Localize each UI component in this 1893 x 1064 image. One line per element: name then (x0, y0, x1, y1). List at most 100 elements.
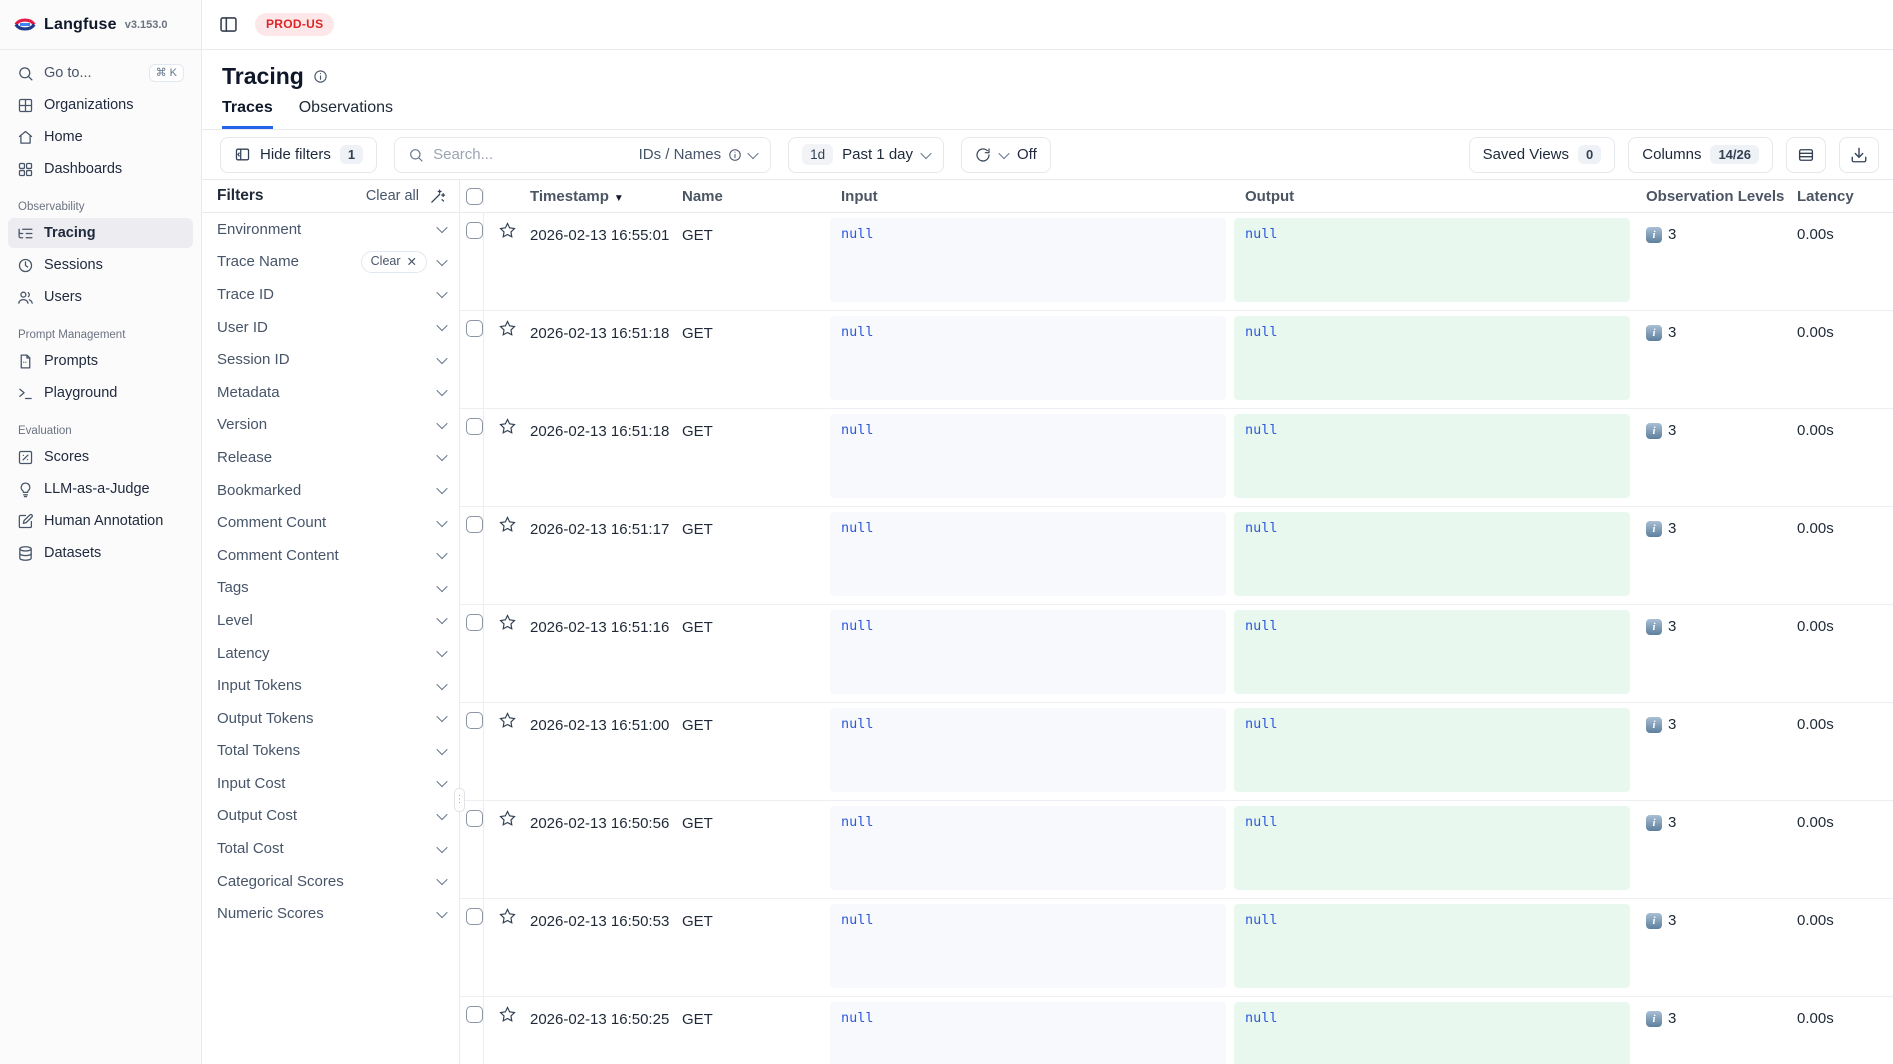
filter-item-input-tokens[interactable]: Input Tokens (202, 669, 459, 702)
panel-left-toggle-icon[interactable] (218, 14, 239, 35)
output-cell[interactable]: null (1234, 610, 1630, 694)
input-cell[interactable]: null (830, 610, 1226, 694)
column-header-name[interactable]: Name (682, 188, 830, 205)
row-checkbox[interactable] (466, 712, 483, 729)
filter-item-trace-name[interactable]: Trace Name Clear✕ (202, 246, 459, 279)
output-cell[interactable]: null (1234, 316, 1630, 400)
filter-item-session-id[interactable]: Session ID (202, 343, 459, 376)
row-checkbox[interactable] (466, 418, 483, 435)
filter-item-release[interactable]: Release (202, 441, 459, 474)
hide-filters-button[interactable]: Hide filters 1 (220, 137, 377, 173)
filter-item-bookmarked[interactable]: Bookmarked (202, 474, 459, 507)
bookmark-star-icon[interactable] (498, 907, 517, 926)
row-checkbox[interactable] (466, 1006, 483, 1023)
input-cell[interactable]: null (830, 904, 1226, 988)
sidebar-item-organizations[interactable]: Organizations (8, 90, 193, 120)
bookmark-star-icon[interactable] (498, 1005, 517, 1024)
filter-item-output-cost[interactable]: Output Cost (202, 800, 459, 833)
clear-all-filters-link[interactable]: Clear all (366, 188, 419, 204)
sidebar-item-prompts[interactable]: Prompts (8, 346, 193, 376)
output-cell[interactable]: null (1234, 708, 1630, 792)
panel-resize-handle[interactable]: ⋮ (454, 788, 465, 812)
sidebar-item-playground[interactable]: Playground (8, 378, 193, 408)
search-scope-dropdown[interactable]: IDs / Names (639, 146, 758, 163)
sidebar-item-tracing[interactable]: Tracing (8, 218, 193, 248)
info-icon[interactable] (313, 69, 328, 84)
filter-item-level[interactable]: Level (202, 604, 459, 637)
bookmark-star-icon[interactable] (498, 809, 517, 828)
bookmark-star-icon[interactable] (498, 319, 517, 338)
sidebar-goto-search[interactable]: Go to... ⌘ K (8, 58, 193, 88)
bookmark-star-icon[interactable] (498, 417, 517, 436)
input-cell[interactable]: null (830, 218, 1226, 302)
environment-badge[interactable]: PROD-US (255, 13, 334, 36)
columns-button[interactable]: Columns 14/26 (1628, 137, 1773, 173)
column-header-output[interactable]: Output (1234, 188, 1638, 205)
row-checkbox[interactable] (466, 908, 483, 925)
filter-item-total-cost[interactable]: Total Cost (202, 832, 459, 865)
input-cell[interactable]: null (830, 512, 1226, 596)
filter-item-trace-id[interactable]: Trace ID (202, 278, 459, 311)
column-header-timestamp[interactable]: Timestamp▼ (530, 188, 682, 205)
bookmark-star-icon[interactable] (498, 221, 517, 240)
row-checkbox[interactable] (466, 810, 483, 827)
input-cell[interactable]: null (830, 708, 1226, 792)
tab-observations[interactable]: Observations (299, 99, 393, 129)
filter-item-metadata[interactable]: Metadata (202, 376, 459, 409)
row-checkbox[interactable] (466, 222, 483, 239)
filter-item-input-cost[interactable]: Input Cost (202, 767, 459, 800)
tab-traces[interactable]: Traces (222, 99, 273, 129)
clear-filter-pill[interactable]: Clear✕ (361, 251, 427, 273)
column-header-observation-levels[interactable]: Observation Levels (1638, 188, 1788, 205)
refresh-control[interactable]: Off (961, 137, 1051, 173)
time-range-dropdown[interactable]: 1d Past 1 day (788, 137, 944, 173)
sidebar-item-human-annotation[interactable]: Human Annotation (8, 506, 193, 536)
filter-item-categorical-scores[interactable]: Categorical Scores (202, 865, 459, 898)
column-header-latency[interactable]: Latency (1788, 188, 1888, 205)
sidebar-item-llm-as-a-judge[interactable]: LLM-as-a-Judge (8, 474, 193, 504)
row-checkbox[interactable] (466, 320, 483, 337)
column-header-input[interactable]: Input (830, 188, 1234, 205)
table-row[interactable]: 2026-02-13 16:51:17 GET null null i3 0.0… (460, 507, 1893, 605)
sidebar-item-dashboards[interactable]: Dashboards (8, 154, 193, 184)
output-cell[interactable]: null (1234, 904, 1630, 988)
output-cell[interactable]: null (1234, 218, 1630, 302)
input-cell[interactable]: null (830, 414, 1226, 498)
table-row[interactable]: 2026-02-13 16:50:25 GET null null i3 0.0… (460, 997, 1893, 1064)
filter-item-numeric-scores[interactable]: Numeric Scores (202, 897, 459, 930)
filter-item-environment[interactable]: Environment (202, 213, 459, 246)
table-row[interactable]: 2026-02-13 16:50:53 GET null null i3 0.0… (460, 899, 1893, 997)
refresh-icon[interactable] (975, 147, 991, 163)
output-cell[interactable]: null (1234, 1002, 1630, 1064)
input-cell[interactable]: null (830, 1002, 1226, 1064)
filter-item-latency[interactable]: Latency (202, 637, 459, 670)
table-row[interactable]: 2026-02-13 16:51:18 GET null null i3 0.0… (460, 311, 1893, 409)
table-row[interactable]: 2026-02-13 16:50:56 GET null null i3 0.0… (460, 801, 1893, 899)
row-checkbox[interactable] (466, 614, 483, 631)
filter-item-version[interactable]: Version (202, 409, 459, 442)
sidebar-item-scores[interactable]: Scores (8, 442, 193, 472)
row-checkbox[interactable] (466, 516, 483, 533)
sidebar-item-sessions[interactable]: Sessions (8, 250, 193, 280)
input-cell[interactable]: null (830, 806, 1226, 890)
row-density-button[interactable] (1786, 137, 1826, 173)
sidebar-item-home[interactable]: Home (8, 122, 193, 152)
bookmark-star-icon[interactable] (498, 613, 517, 632)
output-cell[interactable]: null (1234, 414, 1630, 498)
output-cell[interactable]: null (1234, 806, 1630, 890)
table-row[interactable]: 2026-02-13 16:51:00 GET null null i3 0.0… (460, 703, 1893, 801)
filter-item-comment-content[interactable]: Comment Content (202, 539, 459, 572)
table-row[interactable]: 2026-02-13 16:51:18 GET null null i3 0.0… (460, 409, 1893, 507)
filter-item-user-id[interactable]: User ID (202, 311, 459, 344)
filter-item-comment-count[interactable]: Comment Count (202, 506, 459, 539)
wand-icon[interactable] (429, 188, 446, 205)
export-download-button[interactable] (1839, 137, 1879, 173)
table-row[interactable]: 2026-02-13 16:55:01 GET null null i3 0.0… (460, 213, 1893, 311)
search-input[interactable]: Search... IDs / Names (394, 137, 771, 173)
filter-item-output-tokens[interactable]: Output Tokens (202, 702, 459, 735)
saved-views-button[interactable]: Saved Views 0 (1469, 137, 1616, 173)
input-cell[interactable]: null (830, 316, 1226, 400)
sidebar-item-datasets[interactable]: Datasets (8, 538, 193, 568)
bookmark-star-icon[interactable] (498, 515, 517, 534)
bookmark-star-icon[interactable] (498, 711, 517, 730)
